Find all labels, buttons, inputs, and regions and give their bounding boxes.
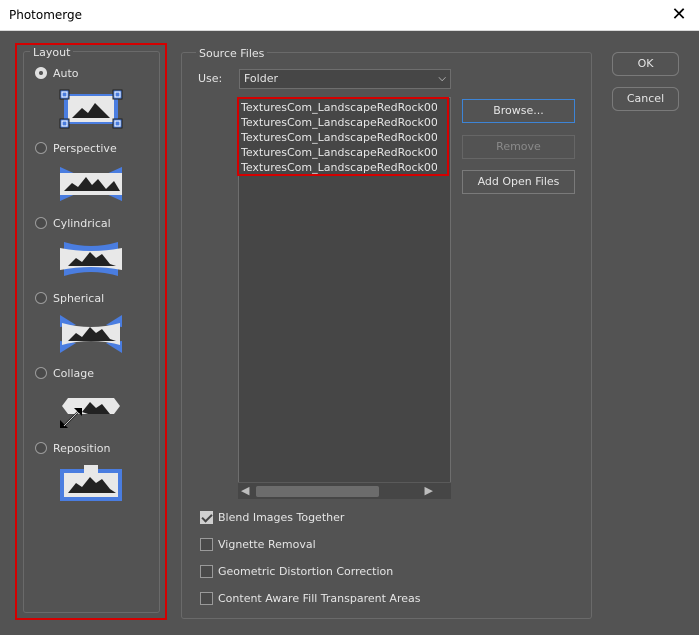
blend-images-label: Blend Images Together [218, 511, 345, 524]
radio-reposition-label: Reposition [53, 441, 111, 455]
geometric-distortion-option[interactable]: Geometric Distortion Correction [200, 565, 393, 578]
browse-button[interactable]: Browse... [462, 99, 575, 123]
radio-auto-label: Auto [53, 66, 79, 80]
auto-layout-icon[interactable] [58, 88, 124, 130]
horizontal-scrollbar[interactable]: ◀ ▶ [238, 482, 451, 499]
files-highlight-box [237, 97, 449, 176]
add-open-files-button[interactable]: Add Open Files [462, 170, 575, 194]
ok-button[interactable]: OK [612, 52, 679, 76]
radio-collage[interactable]: Collage [35, 366, 94, 380]
radio-spherical-label: Spherical [53, 291, 105, 305]
collage-layout-icon[interactable] [58, 388, 124, 430]
layout-group-label: Layout [30, 46, 74, 59]
use-select[interactable]: Folder ⌵ [239, 69, 451, 89]
radio-auto-button[interactable] [35, 67, 47, 79]
radio-perspective-button[interactable] [35, 142, 47, 154]
content-aware-fill-option[interactable]: Content Aware Fill Transparent Areas [200, 592, 420, 605]
radio-perspective-label: Perspective [53, 141, 117, 155]
scroll-thumb[interactable] [256, 486, 379, 497]
source-files-label: Source Files [196, 47, 268, 60]
blend-images-checkbox[interactable] [200, 511, 213, 524]
scroll-left-icon[interactable]: ◀ [241, 484, 249, 497]
radio-cylindrical-label: Cylindrical [53, 216, 111, 230]
scroll-right-icon[interactable]: ▶ [425, 484, 433, 497]
geometric-distortion-label: Geometric Distortion Correction [218, 565, 394, 578]
title-bar: Photomerge ✕ [0, 0, 699, 31]
geometric-distortion-checkbox[interactable] [200, 565, 213, 578]
radio-reposition[interactable]: Reposition [35, 441, 111, 455]
radio-perspective[interactable]: Perspective [35, 141, 117, 155]
content-aware-fill-checkbox[interactable] [200, 592, 213, 605]
radio-cylindrical-button[interactable] [35, 217, 47, 229]
radio-spherical-button[interactable] [35, 292, 47, 304]
close-icon[interactable]: ✕ [667, 3, 691, 27]
cylindrical-layout-icon[interactable] [58, 238, 124, 280]
vignette-removal-label: Vignette Removal [218, 538, 316, 551]
perspective-layout-icon[interactable] [58, 163, 124, 205]
chevron-down-icon: ⌵ [438, 73, 446, 84]
radio-collage-button[interactable] [35, 367, 47, 379]
cancel-button[interactable]: Cancel [612, 87, 679, 111]
vignette-removal-checkbox[interactable] [200, 538, 213, 551]
remove-button[interactable]: Remove [462, 135, 575, 159]
radio-collage-label: Collage [53, 366, 95, 380]
radio-reposition-button[interactable] [35, 442, 47, 454]
dialog-body: Layout Auto Perspective Cylindrical Sphe… [0, 31, 699, 635]
radio-spherical[interactable]: Spherical [35, 291, 104, 305]
vignette-removal-option[interactable]: Vignette Removal [200, 538, 316, 551]
window-title: Photomerge [9, 8, 83, 22]
content-aware-fill-label: Content Aware Fill Transparent Areas [218, 592, 421, 605]
spherical-layout-icon[interactable] [58, 313, 124, 355]
use-label: Use: [198, 72, 223, 85]
use-select-value: Folder [244, 72, 278, 85]
radio-auto[interactable]: Auto [35, 66, 79, 80]
radio-cylindrical[interactable]: Cylindrical [35, 216, 111, 230]
blend-images-option[interactable]: Blend Images Together [200, 511, 344, 524]
reposition-layout-icon[interactable] [58, 463, 124, 505]
